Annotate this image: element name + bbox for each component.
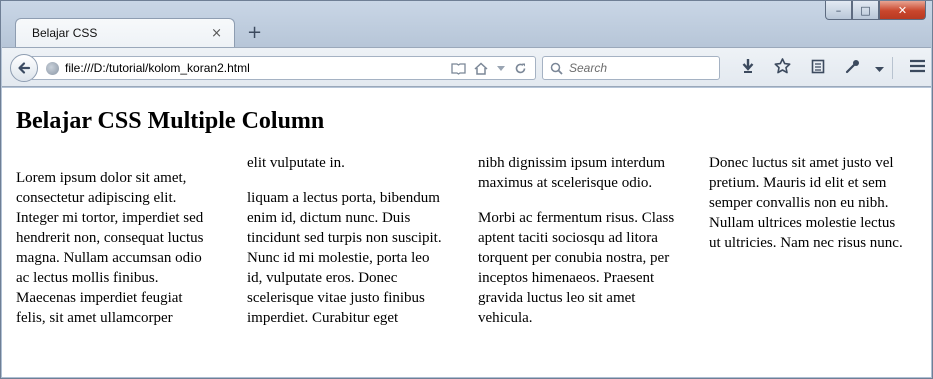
bookmark-button[interactable] — [765, 57, 800, 79]
developer-tools-button[interactable] — [835, 58, 870, 79]
page-content: Belajar CSS Multiple Column Lorem ipsum … — [2, 88, 931, 377]
new-tab-button[interactable]: + — [247, 22, 262, 43]
menu-button[interactable] — [897, 58, 933, 78]
search-input[interactable]: Search — [569, 61, 607, 75]
paragraph: liquam a lectus porta, bibendum enim id,… — [247, 190, 442, 326]
developer-menu-dropdown[interactable] — [870, 58, 888, 78]
paragraph: Lorem ipsum dolor sit amet, consectetur … — [16, 170, 204, 326]
multi-column-text: Lorem ipsum dolor sit amet, consectetur … — [16, 153, 917, 328]
search-icon — [550, 62, 563, 75]
download-icon — [742, 58, 753, 73]
downloads-button[interactable] — [730, 58, 765, 79]
page-heading: Belajar CSS Multiple Column — [16, 108, 325, 134]
globe-icon — [46, 61, 59, 75]
dropdown-arrow-icon[interactable] — [496, 62, 506, 75]
tab-belajar-css[interactable]: Belajar CSS × — [15, 18, 235, 47]
tab-title: Belajar CSS — [32, 26, 98, 40]
address-input[interactable]: file:///D:/tutorial/kolom_koran2.html — [65, 61, 451, 75]
toolbar-buttons — [730, 57, 933, 79]
address-bar-icons — [451, 61, 527, 75]
navigation-toolbar: file:///D:/tutorial/kolom_koran2.html Se… — [2, 47, 931, 87]
toolbar-separator — [892, 57, 893, 79]
hamburger-menu-icon — [909, 59, 925, 73]
wrench-icon — [845, 59, 859, 73]
tab-strip: Belajar CSS × + — [9, 16, 909, 47]
home-icon[interactable] — [474, 61, 488, 75]
text-column-4: Donec luctus sit amet justo vel pretium.… — [709, 153, 908, 328]
arrow-left-icon — [18, 62, 31, 74]
address-bar[interactable]: file:///D:/tutorial/kolom_koran2.html — [32, 56, 536, 80]
star-icon — [774, 57, 791, 73]
back-button[interactable] — [10, 54, 38, 82]
paragraph: elit vulputate in. — [247, 155, 345, 171]
search-bar[interactable]: Search — [542, 56, 720, 80]
text-column-3: nibh dignissim ipsum interdum maximus at… — [478, 153, 677, 328]
paragraph: Donec luctus sit amet justo vel pretium.… — [709, 155, 903, 251]
chevron-down-icon — [874, 67, 884, 72]
paragraph: Morbi ac fermentum risus. Class aptent t… — [478, 210, 675, 326]
text-column-2: elit vulputate in. liquam a lectus porta… — [247, 153, 446, 328]
reader-view-icon[interactable] — [451, 62, 466, 75]
paragraph: nibh dignissim ipsum interdum maximus at… — [478, 155, 666, 191]
text-column-1: Lorem ipsum dolor sit amet, consectetur … — [16, 153, 215, 328]
clipboard-icon — [811, 59, 824, 73]
tab-close-icon[interactable]: × — [211, 26, 222, 41]
reading-list-button[interactable] — [800, 58, 835, 79]
reload-icon[interactable] — [514, 62, 527, 75]
browser-window: – □ ✕ Belajar CSS × + file:///D:/tutoria… — [0, 0, 933, 379]
